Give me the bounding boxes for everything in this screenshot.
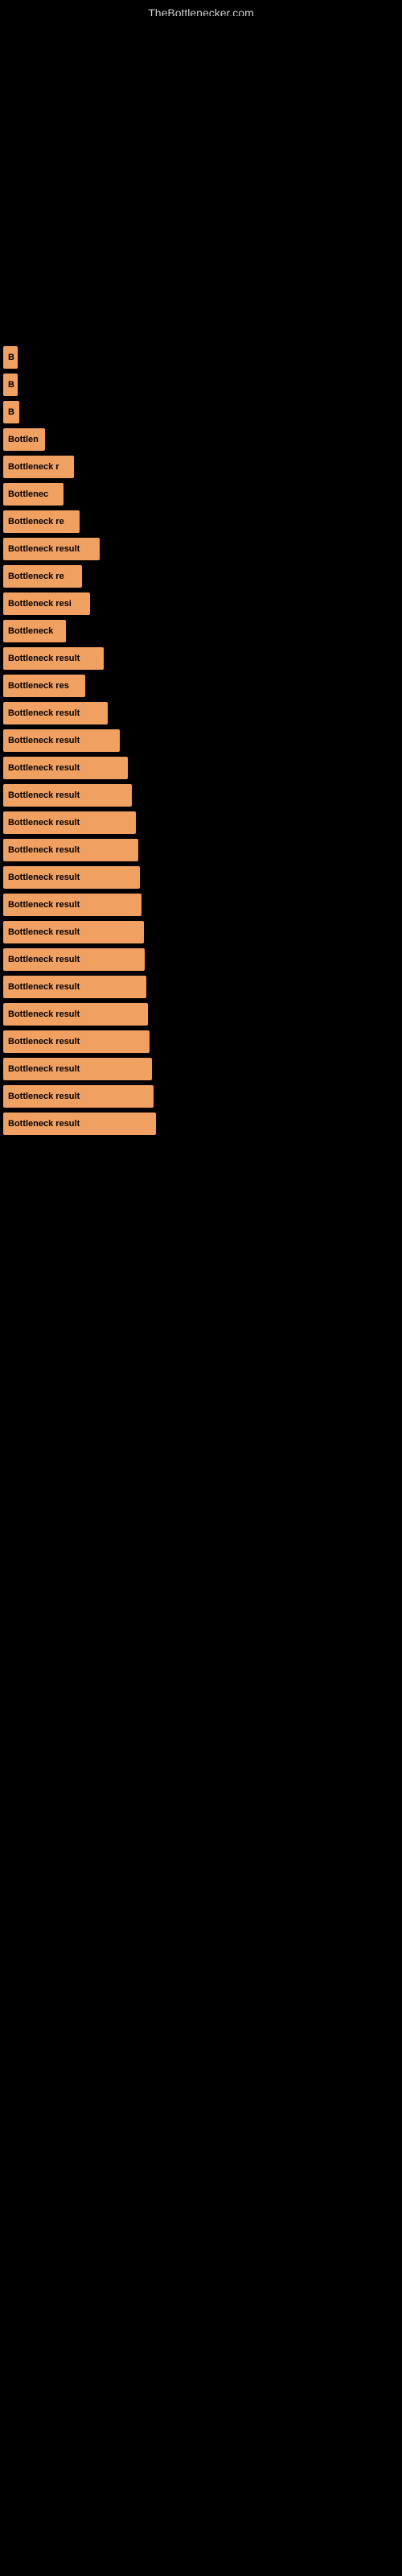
list-item: Bottleneck result [3, 729, 399, 752]
list-item: B [3, 374, 399, 396]
result-label: Bottleneck result [8, 927, 80, 937]
result-label: Bottleneck result [8, 1119, 80, 1129]
result-label: Bottleneck result [8, 1009, 80, 1019]
result-label: Bottleneck re [8, 572, 64, 581]
result-label: Bottleneck result [8, 736, 80, 745]
result-label: Bottleneck [8, 626, 53, 636]
result-label: Bottleneck result [8, 1092, 80, 1101]
result-label: Bottleneck result [8, 708, 80, 718]
result-label: Bottleneck re [8, 517, 64, 526]
list-item: Bottleneck re [3, 510, 399, 533]
list-item: Bottleneck result [3, 811, 399, 834]
result-label: Bottleneck result [8, 900, 80, 910]
result-bar: Bottleneck result [3, 729, 120, 752]
result-label: Bottleneck result [8, 1064, 80, 1074]
list-item: B [3, 346, 399, 369]
result-label: Bottleneck result [8, 845, 80, 855]
list-item: Bottleneck result [3, 1030, 399, 1053]
result-bar: Bottleneck result [3, 1058, 152, 1080]
result-bar: B [3, 401, 19, 423]
result-label: Bottleneck result [8, 791, 80, 800]
result-label: Bottleneck result [8, 955, 80, 964]
result-bar: Bottlenec [3, 483, 64, 506]
result-bar: B [3, 374, 18, 396]
list-item: Bottleneck result [3, 1113, 399, 1135]
result-label: Bottlen [8, 435, 39, 444]
list-item: Bottleneck result [3, 1085, 399, 1108]
result-label: B [8, 380, 14, 390]
result-bar: Bottleneck resi [3, 592, 90, 615]
result-label: Bottleneck result [8, 763, 80, 773]
list-item: Bottleneck r [3, 456, 399, 478]
result-label: Bottleneck result [8, 873, 80, 882]
result-bar: Bottleneck result [3, 811, 136, 834]
result-label: Bottleneck result [8, 1037, 80, 1046]
result-label: B [8, 353, 14, 362]
result-bar: Bottleneck result [3, 1085, 154, 1108]
list-item: Bottleneck result [3, 976, 399, 998]
result-bar: Bottleneck result [3, 921, 144, 943]
list-item: Bottleneck resi [3, 592, 399, 615]
list-item: Bottleneck [3, 620, 399, 642]
result-bar: Bottleneck result [3, 839, 138, 861]
result-bar: Bottleneck re [3, 510, 80, 533]
list-item: Bottleneck re [3, 565, 399, 588]
result-bar: Bottleneck result [3, 948, 145, 971]
result-label: Bottleneck result [8, 544, 80, 554]
result-bar: Bottleneck re [3, 565, 82, 588]
list-item: Bottleneck result [3, 894, 399, 916]
result-bar: Bottleneck [3, 620, 66, 642]
results-container: B B B Bottlen Bottleneck r Bottlenec Bottlenec… [0, 346, 402, 1140]
list-item: Bottleneck result [3, 866, 399, 889]
result-bar: B [3, 346, 18, 369]
list-item: Bottleneck result [3, 1003, 399, 1026]
chart-area [0, 16, 402, 338]
list-item: B [3, 401, 399, 423]
result-label: Bottleneck resi [8, 599, 72, 609]
result-bar: Bottlen [3, 428, 45, 451]
result-bar: Bottleneck result [3, 866, 140, 889]
result-label: Bottleneck result [8, 818, 80, 828]
result-label: Bottleneck r [8, 462, 59, 472]
result-bar: Bottleneck result [3, 976, 146, 998]
result-label: Bottleneck result [8, 654, 80, 663]
result-label: Bottleneck res [8, 681, 69, 691]
list-item: Bottlen [3, 428, 399, 451]
result-bar: Bottleneck result [3, 702, 108, 724]
result-bar: Bottleneck result [3, 784, 132, 807]
result-bar: Bottleneck result [3, 1030, 150, 1053]
result-label: Bottlenec [8, 489, 48, 499]
result-bar: Bottleneck res [3, 675, 85, 697]
list-item: Bottleneck result [3, 784, 399, 807]
list-item: Bottleneck result [3, 702, 399, 724]
list-item: Bottleneck result [3, 538, 399, 560]
result-bar: Bottleneck result [3, 894, 142, 916]
list-item: Bottleneck result [3, 757, 399, 779]
list-item: Bottleneck result [3, 921, 399, 943]
list-item: Bottleneck res [3, 675, 399, 697]
result-bar: Bottleneck result [3, 538, 100, 560]
list-item: Bottlenec [3, 483, 399, 506]
result-bar: Bottleneck result [3, 757, 128, 779]
result-bar: Bottleneck result [3, 1003, 148, 1026]
list-item: Bottleneck result [3, 647, 399, 670]
result-bar: Bottleneck result [3, 647, 104, 670]
list-item: Bottleneck result [3, 1058, 399, 1080]
list-item: Bottleneck result [3, 948, 399, 971]
result-label: B [8, 407, 14, 417]
result-label: Bottleneck result [8, 982, 80, 992]
result-bar: Bottleneck result [3, 1113, 156, 1135]
result-bar: Bottleneck r [3, 456, 74, 478]
list-item: Bottleneck result [3, 839, 399, 861]
